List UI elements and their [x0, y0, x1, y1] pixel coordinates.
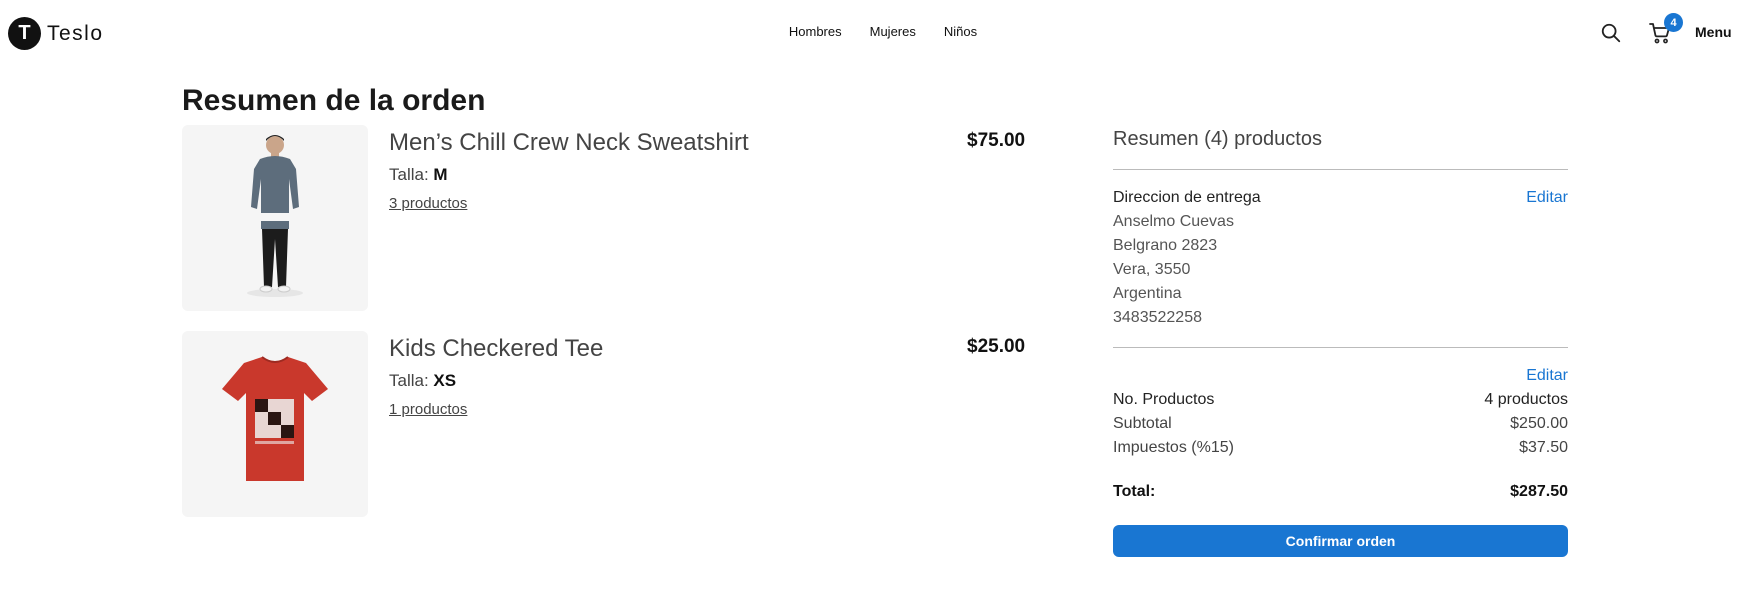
product-image-tee[interactable]	[182, 331, 368, 517]
cart-count-badge: 4	[1664, 13, 1683, 32]
cart-item: Men’s Chill Crew Neck Sweatshirt Talla: …	[182, 125, 1032, 311]
confirm-order-button[interactable]: Confirmar orden	[1113, 525, 1568, 557]
summary-label: Impuestos (%15)	[1113, 439, 1234, 456]
product-size: Talla: M	[389, 165, 448, 185]
cart-item: Kids Checkered Tee Talla: XS 1 productos…	[182, 331, 1032, 517]
summary-value: $37.50	[1519, 439, 1568, 456]
address-header-row: Direccion de entrega Editar	[1113, 189, 1568, 207]
total-value: $287.50	[1510, 483, 1568, 500]
summary-title: Resumen (4) productos	[1113, 128, 1322, 150]
summary-label: Subtotal	[1113, 415, 1172, 432]
red-tee-image	[222, 356, 328, 481]
divider	[1113, 169, 1568, 170]
total-label: Total:	[1113, 483, 1156, 500]
nav-link-mujeres[interactable]: Mujeres	[870, 24, 916, 39]
product-price: $25.00	[967, 336, 1026, 357]
size-label: Talla:	[389, 165, 434, 184]
summary-value: $250.00	[1510, 415, 1568, 432]
page-title: Resumen de la orden	[182, 84, 486, 117]
edit-products-link[interactable]: Editar	[1526, 367, 1568, 385]
size-value: M	[433, 165, 448, 184]
menu-button[interactable]: Menu	[1695, 24, 1732, 40]
summary-row-products: No. Productos 4 productos	[1113, 391, 1568, 409]
address-country: Argentina	[1113, 285, 1182, 302]
top-navbar: T Teslo Hombres Mujeres Niños 4 Menu	[0, 0, 1740, 64]
product-name: Men’s Chill Crew Neck Sweatshirt	[389, 129, 749, 156]
size-label: Talla:	[389, 371, 434, 390]
edit-products-row: Editar	[1113, 367, 1568, 385]
product-size: Talla: XS	[389, 371, 456, 391]
product-price: $75.00	[967, 130, 1026, 151]
edit-address-link[interactable]: Editar	[1526, 189, 1568, 207]
main-nav: Hombres Mujeres Niños	[0, 24, 1740, 39]
address-city: Vera, 3550	[1113, 261, 1191, 278]
nav-link-hombres[interactable]: Hombres	[789, 24, 842, 39]
nav-link-ninos[interactable]: Niños	[944, 24, 977, 39]
product-name: Kids Checkered Tee	[389, 335, 604, 362]
product-image-sweatshirt[interactable]	[182, 125, 368, 311]
address-heading: Direccion de entrega	[1113, 189, 1261, 206]
sweatshirt-model-image	[247, 135, 303, 297]
address-phone: 3483522258	[1113, 309, 1202, 326]
summary-label: No. Productos	[1113, 391, 1215, 408]
address-name: Anselmo Cuevas	[1113, 213, 1234, 230]
divider	[1113, 347, 1568, 348]
summary-row-taxes: Impuestos (%15) $37.50	[1113, 439, 1568, 457]
search-icon[interactable]	[1600, 22, 1622, 44]
product-quantity-link[interactable]: 3 productos	[389, 195, 467, 212]
product-quantity-link[interactable]: 1 productos	[389, 401, 467, 418]
summary-row-subtotal: Subtotal $250.00	[1113, 415, 1568, 433]
size-value: XS	[433, 371, 457, 390]
summary-row-total: Total: $287.50	[1113, 483, 1568, 501]
address-street: Belgrano 2823	[1113, 237, 1218, 254]
summary-value: 4 productos	[1484, 391, 1568, 408]
